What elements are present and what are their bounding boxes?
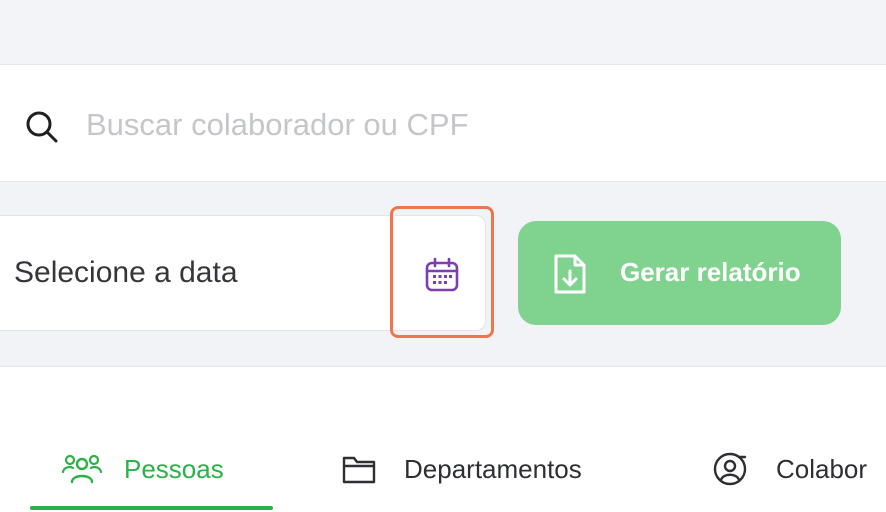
calendar-button[interactable] [390, 206, 494, 338]
file-download-icon [554, 254, 586, 294]
active-tab-indicator [30, 506, 273, 510]
search-icon [26, 111, 58, 143]
tab-pessoas-label: Pessoas [124, 453, 224, 484]
tab-pessoas[interactable]: Pessoas [62, 449, 224, 489]
app-frame: Selecione a data Gerar relatório [0, 0, 886, 512]
generate-report-label: Gerar relatório [620, 257, 801, 287]
search-input[interactable] [86, 95, 846, 155]
generate-report-button[interactable]: Gerar relatório [518, 221, 841, 325]
top-strip [0, 0, 886, 64]
date-placeholder: Selecione a data [14, 256, 238, 289]
tab-departamentos-label: Departamentos [404, 453, 582, 484]
people-icon [62, 454, 102, 484]
user-circle-icon [713, 452, 747, 486]
tab-colaboradores-label: Colabor [776, 453, 868, 484]
folder-icon [342, 456, 376, 484]
search-bar[interactable] [0, 64, 886, 182]
tab-departamentos[interactable]: Departamentos [342, 449, 582, 489]
calendar-icon [425, 257, 459, 292]
tabs-bar: Pessoas Departamentos Colabor [0, 367, 886, 512]
tab-colaboradores[interactable]: Colabor [712, 449, 867, 489]
